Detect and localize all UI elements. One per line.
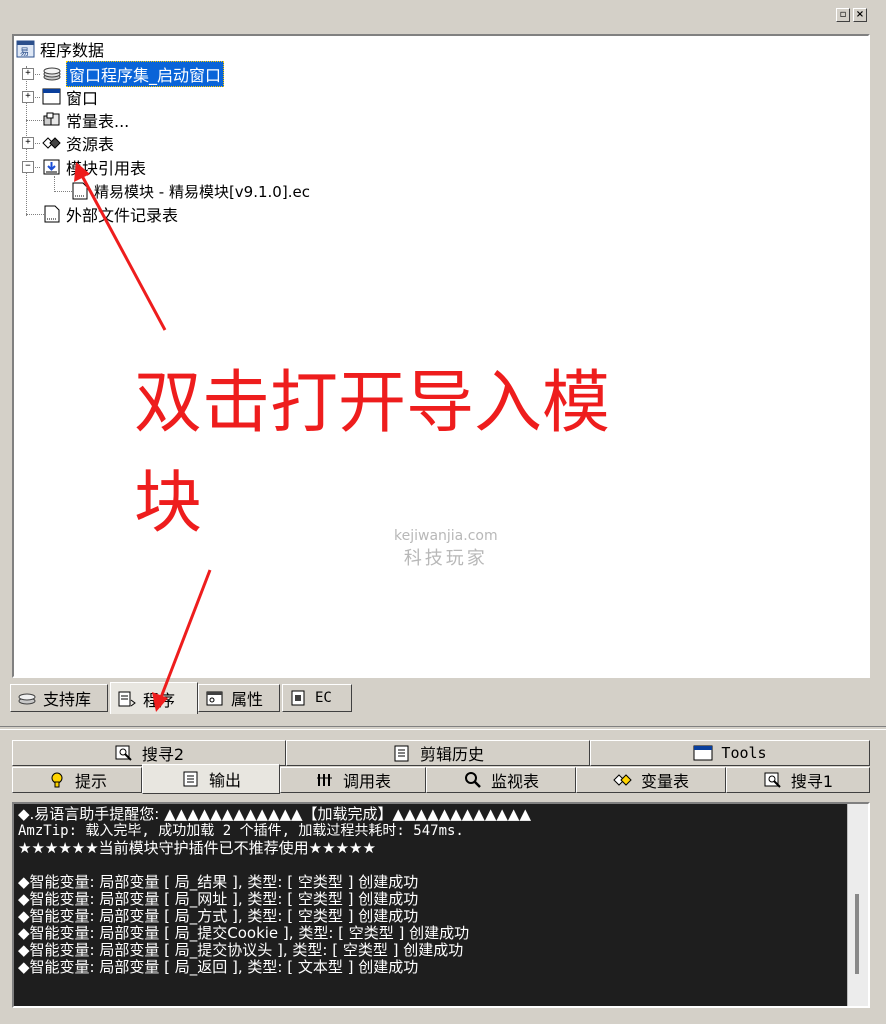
tree-item-label: 窗口 bbox=[66, 89, 99, 108]
tab-label: 剪辑历史 bbox=[419, 745, 484, 764]
tab-label: EC bbox=[315, 690, 332, 706]
tab-tools[interactable]: Tools bbox=[590, 740, 870, 766]
tab-variable-table[interactable]: 变量表 bbox=[576, 767, 726, 793]
panel-title-bar: ▫ × bbox=[0, 0, 886, 30]
annotation-line-1: 双击打开导入模 bbox=[134, 364, 611, 443]
tree-connector bbox=[54, 176, 55, 192]
panel-tab-strip: 支持库 程序 属性 EC bbox=[8, 682, 878, 716]
tab-ec[interactable]: EC bbox=[282, 684, 352, 712]
svg-text:易: 易 bbox=[20, 47, 29, 58]
watermark-url: kejiwanjia.com bbox=[394, 528, 498, 544]
console-line: AmzTip: 载入完毕, 成功加载 2 个插件, 加载过程共耗时: 547ms… bbox=[18, 823, 464, 839]
search2-icon bbox=[114, 744, 134, 762]
ec-icon bbox=[289, 689, 309, 707]
resource-table-icon bbox=[42, 134, 62, 152]
tree-root[interactable]: 易 程序数据 bbox=[16, 38, 104, 60]
console-line: ◆智能变量: 局部变量 [ 局_提交Cookie ], 类型: [ 空类型 ] … bbox=[18, 924, 470, 942]
scrollbar-thumb[interactable] bbox=[855, 894, 859, 974]
tab-label: 搜寻2 bbox=[141, 745, 185, 764]
expand-toggle[interactable]: + bbox=[22, 68, 34, 80]
tab-label: 变量表 bbox=[640, 772, 689, 791]
ide-panel: ▫ × 易 程序数据 + 窗口程序集_启动窗口 + 窗口 常量表... + 资源… bbox=[0, 0, 886, 1024]
console-line: ◆智能变量: 局部变量 [ 局_返回 ], 类型: [ 文本型 ] 创建成功 bbox=[18, 958, 419, 976]
tab-search2[interactable]: 搜寻2 bbox=[12, 740, 286, 766]
program-icon bbox=[117, 690, 137, 708]
properties-icon bbox=[205, 689, 225, 707]
close-icon: × bbox=[855, 9, 865, 20]
tab-search1[interactable]: 搜寻1 bbox=[726, 767, 870, 793]
tree-item-program-set[interactable]: + 窗口程序集_启动窗口 bbox=[22, 61, 225, 87]
library-icon bbox=[17, 689, 37, 707]
tab-clip-history[interactable]: 剪辑历史 bbox=[286, 740, 590, 766]
tab-label: Tools bbox=[721, 744, 767, 762]
watch-icon bbox=[463, 771, 483, 789]
tools-window-icon bbox=[693, 744, 713, 762]
tab-watch[interactable]: 监视表 bbox=[426, 767, 576, 793]
clipboard-icon bbox=[392, 744, 412, 762]
console-line: ★★★★★★当前模块守护插件已不推荐使用★★★★★ bbox=[18, 839, 376, 857]
console-line: ◆智能变量: 局部变量 [ 局_网址 ], 类型: [ 空类型 ] 创建成功 bbox=[18, 890, 419, 908]
collapse-toggle[interactable]: − bbox=[22, 161, 34, 173]
tab-program[interactable]: 程序 bbox=[110, 682, 198, 714]
tree-item-label: 窗口程序集_启动窗口 bbox=[66, 61, 225, 87]
program-tree-pane[interactable]: 易 程序数据 + 窗口程序集_启动窗口 + 窗口 常量表... + 资源表 − … bbox=[12, 34, 870, 678]
module-table-icon bbox=[42, 158, 62, 176]
search1-icon bbox=[763, 771, 783, 789]
program-set-icon bbox=[42, 65, 62, 83]
expand-toggle[interactable]: + bbox=[22, 137, 34, 149]
tree-item-resources[interactable]: + 资源表 bbox=[22, 132, 114, 154]
tab-hint[interactable]: 提示 bbox=[12, 767, 142, 793]
expand-toggle[interactable]: + bbox=[22, 91, 34, 103]
variable-table-icon bbox=[613, 771, 633, 789]
tab-label: 支持库 bbox=[43, 690, 92, 709]
tree-item-module-ec[interactable]: 精易模块 - 精易模块[v9.1.0].ec bbox=[70, 180, 310, 202]
tree-item-label: 常量表... bbox=[66, 112, 130, 131]
tab-label: 程序 bbox=[143, 690, 176, 710]
watermark-name: 科技玩家 bbox=[403, 548, 488, 569]
restore-button[interactable]: ▫ bbox=[836, 8, 850, 22]
tab-output[interactable]: 输出 bbox=[142, 764, 280, 794]
call-table-icon bbox=[315, 771, 335, 789]
restore-icon: ▫ bbox=[839, 9, 847, 20]
constant-table-icon bbox=[42, 111, 62, 129]
hint-icon bbox=[47, 771, 67, 789]
output-icon bbox=[181, 770, 201, 788]
tab-label: 属性 bbox=[231, 690, 264, 709]
tab-label: 输出 bbox=[208, 771, 241, 790]
tab-call-table[interactable]: 调用表 bbox=[280, 767, 426, 793]
console-line: ◆智能变量: 局部变量 [ 局_提交协议头 ], 类型: [ 空类型 ] 创建成… bbox=[18, 941, 464, 959]
console-lines: ◆.易语言助手提醒您: ▲▲▲▲▲▲▲▲▲▲▲▲【加载完成】▲▲▲▲▲▲▲▲▲▲… bbox=[18, 806, 838, 976]
tree-item-external-files[interactable]: 外部文件记录表 bbox=[22, 203, 178, 225]
document-icon bbox=[70, 182, 90, 200]
tab-label: 调用表 bbox=[342, 772, 391, 791]
program-data-icon: 易 bbox=[16, 40, 36, 58]
tab-label: 监视表 bbox=[490, 772, 539, 791]
tree-item-module-table[interactable]: − 模块引用表 bbox=[22, 156, 146, 178]
tab-label: 提示 bbox=[74, 772, 107, 791]
watermark: kejiwanjia.com 科技玩家 bbox=[394, 528, 498, 570]
close-button[interactable]: × bbox=[853, 8, 867, 22]
tree-item-label: 资源表 bbox=[66, 135, 115, 154]
document-icon bbox=[42, 205, 62, 223]
tree-item-label: 精易模块 - 精易模块[v9.1.0].ec bbox=[94, 182, 310, 201]
tree-item-window[interactable]: + 窗口 bbox=[22, 86, 98, 108]
console-line: ◆智能变量: 局部变量 [ 局_结果 ], 类型: [ 空类型 ] 创建成功 bbox=[18, 873, 419, 891]
output-console[interactable]: ◆.易语言助手提醒您: ▲▲▲▲▲▲▲▲▲▲▲▲【加载完成】▲▲▲▲▲▲▲▲▲▲… bbox=[12, 802, 870, 1008]
annotation-text: 双击打开导入模 块 bbox=[134, 354, 734, 554]
tab-support-library[interactable]: 支持库 bbox=[10, 684, 108, 712]
tab-label: 搜寻1 bbox=[790, 772, 834, 791]
tab-properties[interactable]: 属性 bbox=[198, 684, 280, 712]
window-icon bbox=[42, 88, 62, 106]
divider bbox=[0, 726, 886, 730]
tree-item-label: 外部文件记录表 bbox=[66, 206, 179, 225]
tree-item-constants[interactable]: 常量表... bbox=[22, 109, 129, 131]
console-line: ◆.易语言助手提醒您: ▲▲▲▲▲▲▲▲▲▲▲▲【加载完成】▲▲▲▲▲▲▲▲▲▲… bbox=[18, 805, 531, 823]
console-line: ◆智能变量: 局部变量 [ 局_方式 ], 类型: [ 空类型 ] 创建成功 bbox=[18, 907, 419, 925]
tree-root-label: 程序数据 bbox=[40, 41, 105, 60]
tree-item-label: 模块引用表 bbox=[66, 159, 147, 178]
console-scrollbar[interactable] bbox=[847, 804, 868, 1006]
